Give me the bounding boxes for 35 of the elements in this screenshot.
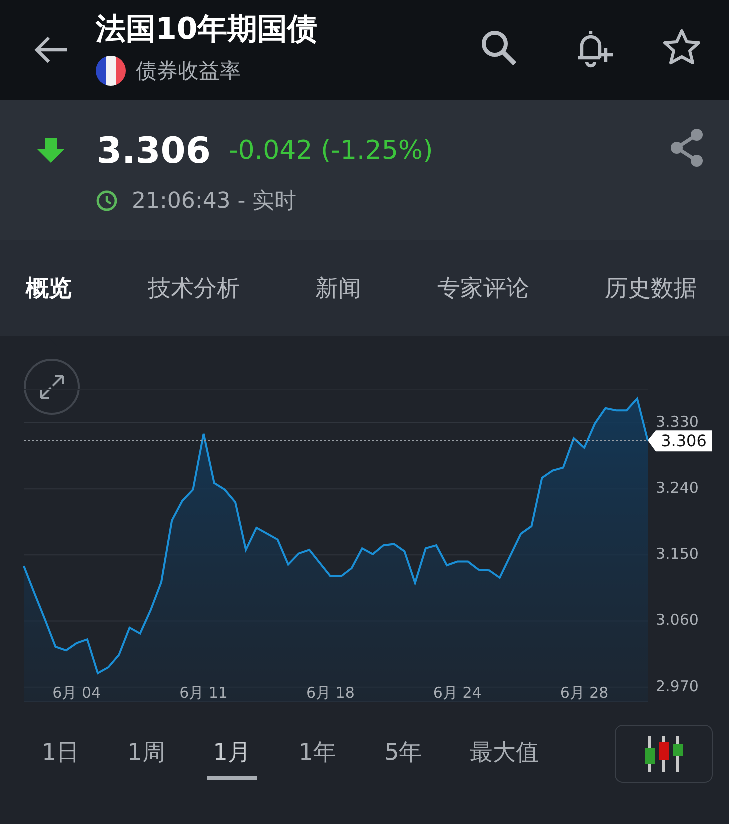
flag-icon bbox=[96, 56, 126, 86]
back-icon[interactable] bbox=[33, 35, 69, 65]
axis-label: 6月 24 bbox=[433, 684, 482, 702]
ref-line-label: 3.306 bbox=[661, 432, 707, 451]
price-value: 3.306 bbox=[97, 130, 211, 172]
instrument-title: 法国10年期国债 bbox=[96, 11, 318, 49]
share-icon[interactable] bbox=[669, 128, 705, 168]
candlestick-button[interactable] bbox=[615, 725, 713, 783]
clock-icon bbox=[96, 190, 118, 212]
range-button[interactable]: 5年 bbox=[378, 728, 428, 780]
tab[interactable]: 专家评论 bbox=[425, 262, 542, 314]
range-button[interactable]: 1日 bbox=[36, 728, 86, 780]
axis-label: 3.240 bbox=[656, 479, 699, 498]
axis-label: 6月 28 bbox=[560, 684, 609, 702]
price-label: 3.306 bbox=[648, 430, 712, 452]
tab[interactable]: 新闻 bbox=[304, 262, 374, 314]
search-icon[interactable] bbox=[479, 28, 519, 68]
range-button[interactable]: 1月 bbox=[207, 728, 257, 780]
range-button[interactable]: 1年 bbox=[292, 728, 343, 780]
tab[interactable]: 技术分析 bbox=[136, 262, 252, 314]
price-change: -0.042 (-1.25%) bbox=[228, 136, 434, 166]
tab[interactable]: 历史数据 bbox=[593, 262, 709, 314]
axis-label: 6月 04 bbox=[52, 684, 102, 702]
axis-label: 6月 11 bbox=[180, 684, 228, 702]
axis-label: 2.970 bbox=[656, 677, 699, 696]
axis-label: 3.150 bbox=[656, 545, 699, 564]
expand-button[interactable] bbox=[24, 359, 80, 415]
axis-label: 3.330 bbox=[656, 413, 699, 432]
candlestick-icon bbox=[642, 734, 686, 774]
instrument-subtitle: 债券收益率 bbox=[136, 58, 241, 85]
quote-time: 21:06:43 - 实时 bbox=[132, 188, 297, 216]
axis-label: 3.060 bbox=[656, 611, 699, 630]
range-button[interactable]: 1周 bbox=[122, 728, 172, 780]
axis-label: 6月 18 bbox=[306, 684, 355, 702]
range-button[interactable]: 最大值 bbox=[464, 728, 546, 780]
